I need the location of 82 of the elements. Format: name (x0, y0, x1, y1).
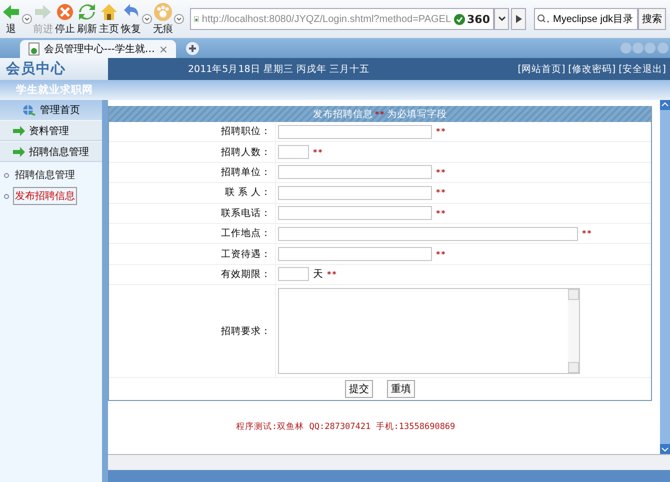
new-tab-icon[interactable] (186, 42, 200, 55)
required-mark: ** (582, 229, 592, 238)
required-mark: ** (327, 270, 338, 279)
unit-text: 天 (313, 268, 323, 282)
field-label: 有效期限： (220, 268, 272, 281)
search-button[interactable]: 搜索 (638, 8, 666, 30)
field-label: 招聘要求： (220, 324, 272, 338)
bullet-icon (4, 172, 9, 178)
required-mark: ** (313, 148, 324, 157)
header-link[interactable]: [网站首页] (518, 62, 566, 76)
required-mark: ** (436, 127, 446, 136)
toolbar-button[interactable]: 恢复 (120, 1, 142, 37)
input-field[interactable] (278, 226, 578, 241)
stop-icon (55, 2, 75, 22)
required-mark: ** (436, 168, 446, 177)
header-link[interactable]: [安全退出] (618, 62, 666, 76)
input-field[interactable] (278, 247, 432, 262)
dropdown-button[interactable] (494, 8, 509, 30)
check-icon (454, 14, 466, 24)
page-icon (28, 42, 40, 56)
form-title: 发布招聘信息 (312, 108, 373, 120)
input-field[interactable] (278, 165, 432, 180)
sidebar-link[interactable]: 招聘信息管理 (13, 166, 77, 184)
back-arrow-icon (1, 2, 21, 22)
field-label: 招聘单位： (220, 166, 272, 179)
input-field[interactable] (278, 206, 432, 220)
paw-icon (153, 2, 173, 22)
toolbar-button[interactable]: 停止 (54, 1, 76, 37)
field-label: 招聘职位： (220, 125, 272, 138)
address-bar[interactable]: http://localhost:8080/JYQZ/Login.shtml?method=PAGEL 360 (190, 8, 494, 30)
dropdown-icon[interactable] (174, 14, 184, 24)
sidebar-link[interactable]: 发布招聘信息 (13, 187, 77, 205)
dropdown-icon[interactable] (22, 14, 32, 24)
browser-tab[interactable]: 会员管理中心---学生就… × (20, 40, 176, 58)
close-tab-button[interactable]: × (158, 42, 168, 56)
arrow-icon (12, 145, 26, 158)
form-button[interactable]: 提交 (345, 380, 373, 398)
toolbar-button[interactable]: 刷新 (76, 1, 98, 37)
site-logo: 会员中心 (0, 58, 108, 80)
date-text: 2011年5月18日 星期三 丙戌年 三月十五 (188, 62, 370, 76)
arrow-icon (12, 124, 26, 137)
field-label: 工作地点： (220, 227, 272, 240)
field-label: 联 系 人： (224, 186, 272, 200)
chevron-icon (498, 16, 506, 22)
form-button[interactable]: 重填 (387, 380, 415, 398)
header-link[interactable]: [修改密码] (568, 62, 616, 76)
dropdown-icon[interactable] (142, 14, 152, 24)
field-label: 工资待遇： (220, 248, 272, 261)
field-label: 联系电话： (220, 206, 272, 220)
required-note: 为必填写字段 (387, 108, 448, 120)
required-mark: ** (436, 188, 446, 198)
sidebar-home[interactable]: 管理首页 (0, 100, 102, 120)
search-field[interactable]: Myeclipse jdk目录 (534, 8, 638, 30)
sidebar-section[interactable]: 资料管理 (0, 121, 102, 141)
scroll-up-icon (568, 289, 579, 300)
refresh-icon (77, 2, 97, 22)
globe-icon (22, 104, 36, 116)
forward-arrow-icon (33, 2, 53, 22)
toolbar-button[interactable]: 退 (0, 1, 22, 37)
text-area[interactable] (278, 288, 580, 374)
security-rating-text: 360 (467, 12, 490, 26)
go-button[interactable] (511, 8, 526, 30)
input-field[interactable] (278, 145, 309, 160)
scroll-down-icon (568, 362, 579, 374)
toolbar-button[interactable]: 主页 (98, 1, 120, 37)
input-field[interactable] (278, 124, 432, 139)
toolbar-button[interactable]: 无痕 (152, 1, 174, 37)
field-label: 招聘人数： (220, 146, 272, 159)
required-mark: ** (436, 208, 446, 218)
footer-text: 程序测试:双鱼林 QQ:287307421 手机:13558690869 (236, 421, 456, 434)
home-icon (99, 2, 119, 22)
site-subtitle: 学生就业求职网 (0, 80, 670, 100)
bullet-icon (4, 194, 9, 198)
input-field[interactable] (278, 186, 432, 200)
window-controls-icon (620, 42, 670, 54)
play-icon (516, 15, 522, 23)
sidebar-section[interactable]: 招聘信息管理 (0, 142, 102, 162)
required-mark: ** (374, 110, 386, 118)
required-mark: ** (436, 250, 446, 259)
search-icon (537, 14, 551, 24)
scrollbar[interactable] (660, 100, 670, 454)
input-field[interactable] (278, 267, 309, 282)
